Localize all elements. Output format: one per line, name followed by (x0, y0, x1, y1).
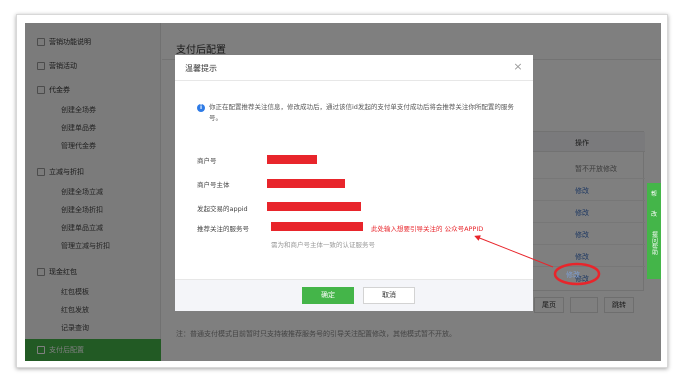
annotation-note: 此处输入想要引导关注的 公众号APPID (371, 225, 484, 233)
field-label-merchant-id: 商户号 (197, 157, 217, 165)
floating-toolbar: 帮 改 提问帮助 (647, 183, 661, 279)
field-hint: 需为和商户号主体一致的认证服务号 (271, 241, 375, 249)
redacted-merchant-id (267, 155, 317, 164)
modal-title: 温馨提示 (185, 64, 217, 73)
confirm-button[interactable]: 确定 (302, 287, 354, 304)
field-label-appid: 发起交易的appid (197, 205, 248, 213)
edit-icon[interactable]: 改 (647, 209, 661, 218)
modal-header: 温馨提示 × (175, 55, 533, 81)
faq-label: 提问帮助 (650, 231, 658, 255)
field-label-service-account: 推荐关注的服务号 (197, 225, 249, 233)
redacted-merchant-entity (267, 179, 345, 188)
service-account-input[interactable] (271, 222, 363, 231)
cancel-button[interactable]: 取消 (363, 287, 415, 304)
field-label-merchant-entity: 商户号主体 (197, 181, 230, 189)
info-icon: i (197, 104, 205, 112)
close-icon[interactable]: × (511, 60, 525, 74)
app-window: 营销功能说明 营销活动 代金券 创建全场券 创建单品券 管理代金券 立减与折扣 … (25, 23, 661, 361)
info-message: 你正在配置推荐关注信息，修改成功后，通过该信id发起的支付单支付成功后将会推荐关… (209, 103, 514, 122)
screenshot-frame: 营销功能说明 营销活动 代金券 创建全场券 创建单品券 管理代金券 立减与折扣 … (16, 14, 668, 368)
faq-button[interactable]: 提问帮助 (647, 231, 661, 258)
modal-dialog: 温馨提示 × i 你正在配置推荐关注信息，修改成功后，通过该信id发起的支付单支… (175, 55, 533, 311)
modal-footer: 确定 取消 (175, 279, 533, 311)
help-icon[interactable]: 帮 (647, 189, 661, 198)
highlighted-edit-link[interactable]: 修改 (566, 270, 580, 280)
redacted-appid (267, 202, 361, 211)
